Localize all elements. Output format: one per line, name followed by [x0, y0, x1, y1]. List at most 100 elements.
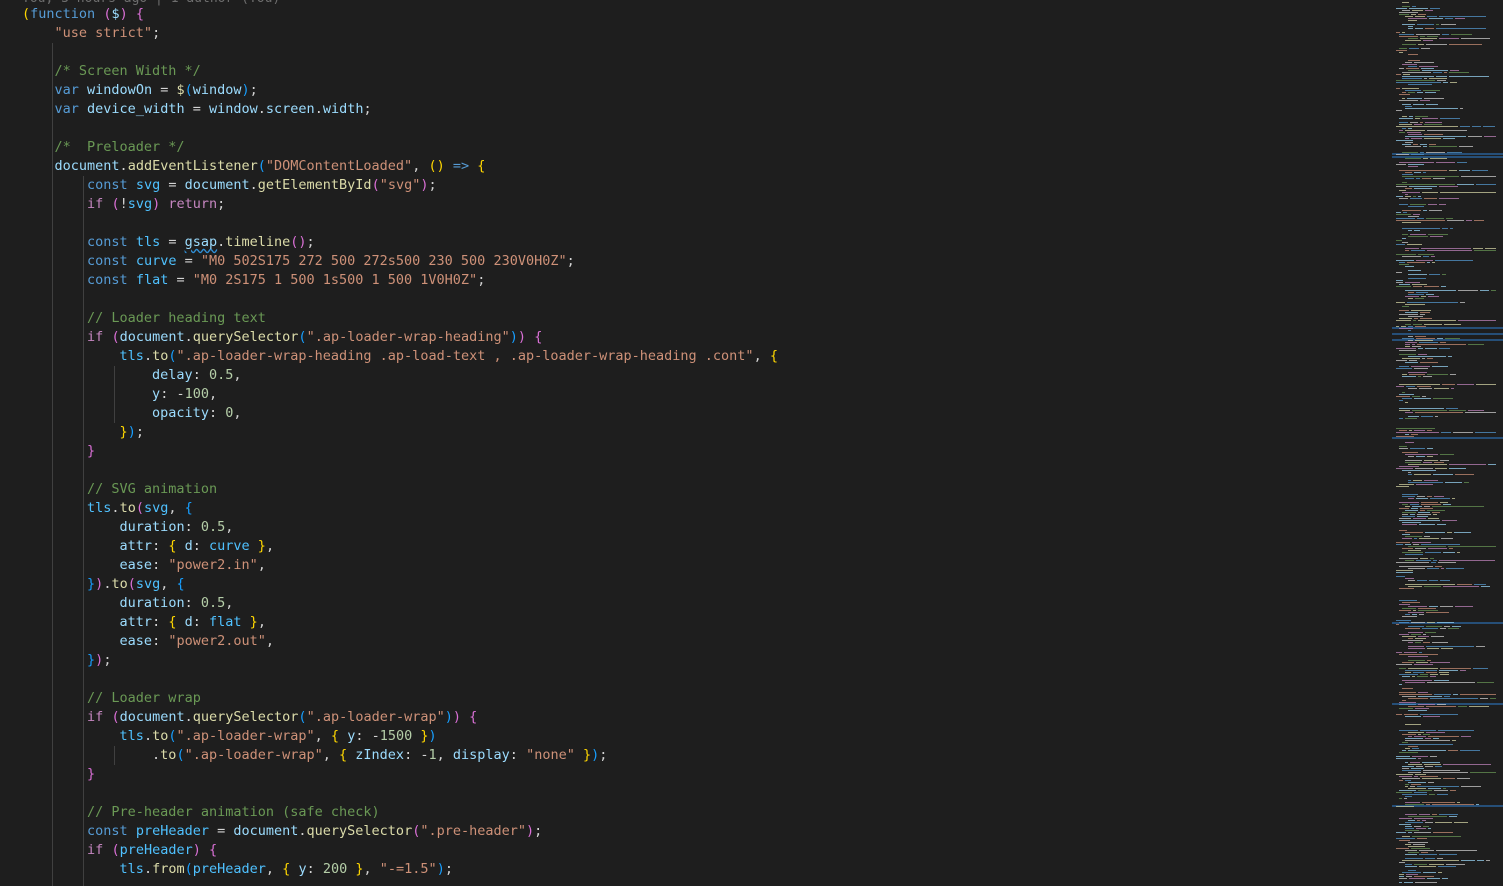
minimap-code-mark: [1416, 484, 1433, 485]
code-line[interactable]: var windowOn = $(window);: [22, 81, 778, 100]
minimap-code-mark: [1399, 118, 1413, 119]
minimap-code-mark: [1411, 508, 1418, 509]
code-line[interactable]: [22, 784, 778, 803]
minimap-code-mark: [1427, 430, 1432, 431]
minimap-code-mark: [1399, 466, 1419, 467]
minimap-code-mark: [1402, 44, 1416, 45]
code-line[interactable]: "use strict";: [22, 24, 778, 43]
minimap-code-mark: [1415, 340, 1433, 341]
minimap-code-mark: [1430, 158, 1447, 159]
code-line[interactable]: tls.to(svg, {: [22, 499, 778, 518]
code-line[interactable]: tls.from(preHeader, { y: 200 }, "-=1.5")…: [22, 860, 778, 879]
minimap-code-mark: [1402, 636, 1416, 637]
minimap-code-mark: [1429, 210, 1442, 211]
minimap-code-mark: [1402, 24, 1415, 25]
code-line[interactable]: const curve = "M0 502S175 272 500 272s50…: [22, 252, 778, 271]
minimap-code-mark: [1424, 124, 1442, 125]
minimap-code-mark: [1470, 772, 1496, 773]
code-token: 1500: [379, 728, 413, 744]
code-line[interactable]: opacity: 0,: [22, 404, 778, 423]
minimap-code-mark: [1402, 700, 1406, 701]
code-line[interactable]: if (preHeader) {: [22, 841, 778, 860]
minimap-code-mark: [1402, 608, 1416, 609]
minimap[interactable]: [1392, 0, 1503, 886]
code-line[interactable]: /* Screen Width */: [22, 62, 778, 81]
code-line[interactable]: ease: "power2.out",: [22, 632, 778, 651]
code-line[interactable]: });: [22, 651, 778, 670]
code-line[interactable]: /* Preloader */: [22, 138, 778, 157]
code-line[interactable]: attr: { d: curve },: [22, 537, 778, 556]
minimap-code-mark: [1477, 682, 1494, 683]
code-editor[interactable]: You, 3 hours ago | 1 author (You) (funct…: [0, 0, 1503, 886]
code-line[interactable]: y: -100,: [22, 385, 778, 404]
code-line[interactable]: if (!svg) return;: [22, 195, 778, 214]
code-token: if: [87, 842, 104, 858]
minimap-code-mark: [1399, 752, 1418, 753]
code-line[interactable]: [22, 43, 778, 62]
code-line[interactable]: }).to(svg, {: [22, 575, 778, 594]
code-line[interactable]: document.addEventListener("DOMContentLoa…: [22, 157, 778, 176]
code-area[interactable]: You, 3 hours ago | 1 author (You) (funct…: [0, 0, 1392, 886]
code-line[interactable]: ease: "power2.in",: [22, 556, 778, 575]
minimap-code-mark: [1401, 326, 1406, 327]
minimap-code-mark: [1408, 660, 1425, 661]
code-line[interactable]: // Loader heading text: [22, 309, 778, 328]
code-line[interactable]: const preHeader = document.querySelector…: [22, 822, 778, 841]
code-line[interactable]: if (document.querySelector(".ap-loader-w…: [22, 708, 778, 727]
code-line[interactable]: const svg = document.getElementById("svg…: [22, 176, 778, 195]
minimap-code-mark: [1396, 576, 1405, 577]
minimap-code-mark: [1437, 80, 1446, 81]
code-line[interactable]: if (document.querySelector(".ap-loader-w…: [22, 328, 778, 347]
code-line[interactable]: var device_width = window.screen.width;: [22, 100, 778, 119]
minimap-code-mark: [1411, 14, 1416, 15]
minimap-code-mark: [1427, 36, 1438, 37]
code-token: ,: [363, 861, 380, 877]
minimap-code-mark: [1450, 228, 1453, 229]
minimap-code-mark: [1422, 820, 1426, 821]
minimap-canvas[interactable]: [1392, 0, 1503, 886]
code-line[interactable]: [22, 461, 778, 480]
minimap-code-mark: [1396, 8, 1407, 9]
code-token: "power2.out": [168, 633, 266, 649]
code-line[interactable]: }: [22, 442, 778, 461]
minimap-code-mark: [1399, 520, 1440, 521]
code-line[interactable]: duration: 0.5,: [22, 594, 778, 613]
code-line[interactable]: attr: { d: flat },: [22, 613, 778, 632]
code-line[interactable]: }: [22, 765, 778, 784]
minimap-code-mark: [1408, 330, 1411, 331]
code-line[interactable]: .to(".ap-loader-wrap", { zIndex: -1, dis…: [22, 746, 778, 765]
code-line[interactable]: });: [22, 423, 778, 442]
code-line[interactable]: [22, 670, 778, 689]
minimap-code-mark: [1408, 66, 1417, 67]
code-token: ,: [412, 158, 429, 174]
code-line[interactable]: // Pre-header animation (safe check): [22, 803, 778, 822]
minimap-code-mark: [1455, 606, 1473, 607]
code-line[interactable]: delay: 0.5,: [22, 366, 778, 385]
minimap-code-mark: [1429, 864, 1444, 865]
code-line[interactable]: duration: 0.5,: [22, 518, 778, 537]
code-line[interactable]: tls.to(".ap-loader-wrap", { y: -1500 }): [22, 727, 778, 746]
code-line[interactable]: [22, 119, 778, 138]
minimap-code-mark: [1430, 756, 1437, 757]
minimap-code-mark: [1405, 194, 1408, 195]
minimap-code-mark: [1422, 192, 1438, 193]
code-line[interactable]: // Loader wrap: [22, 689, 778, 708]
code-line[interactable]: // SVG animation: [22, 480, 778, 499]
minimap-code-mark: [1438, 866, 1456, 867]
code-token: preHeader: [119, 842, 193, 858]
code-line[interactable]: const flat = "M0 2S175 1 500 1s500 1 500…: [22, 271, 778, 290]
code-token: to: [111, 576, 128, 592]
code-line[interactable]: const tls = gsap.timeline();: [22, 233, 778, 252]
code-line[interactable]: [22, 290, 778, 309]
minimap-code-mark: [1408, 732, 1424, 733]
code-line[interactable]: [22, 214, 778, 233]
minimap-code-mark: [1460, 302, 1465, 303]
code-line[interactable]: tls.to(".ap-loader-wrap-heading .ap-load…: [22, 347, 778, 366]
code-lines[interactable]: (function ($) { "use strict"; /* Screen …: [22, 5, 778, 879]
minimap-code-mark: [1457, 184, 1474, 185]
code-token: =: [168, 272, 193, 288]
code-line[interactable]: (function ($) {: [22, 5, 778, 24]
